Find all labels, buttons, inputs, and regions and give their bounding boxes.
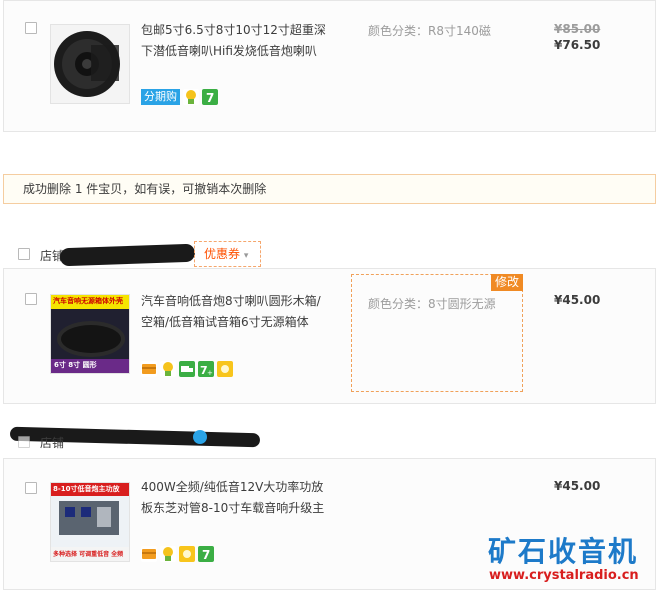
seven-day-return-icon: 7 [198,546,214,562]
item-price: ¥45.00 [554,479,601,493]
edit-sku-button[interactable]: 修改 [490,274,523,291]
item-checkbox[interactable] [25,293,37,305]
item-checkbox[interactable] [25,22,37,34]
fruit-icon [183,89,199,105]
thumb-banner: 8-10寸低音炮主功放 [53,485,120,493]
item-sku: 颜色分类：R8寸140磁 [368,24,491,38]
item-title[interactable]: 400W全频/纯低音12V大功率功放板东芝对管8-10寸车载音响升级主 [141,477,331,519]
original-price: ¥85.00 [554,22,601,36]
item-title[interactable]: 汽车音响低音炮8寸喇叭圆形木箱/空箱/低音箱试音箱6寸无源箱体 [141,291,331,333]
seven-day-return-icon: 7 + [198,361,214,377]
shop-label[interactable]: 店铺 [40,434,64,451]
credit-card-icon [141,361,157,377]
item-badges: 7 [141,545,217,563]
delete-notice: 成功删除 1 件宝贝，如有误，可撤销本次删除 [3,174,656,204]
watermark-title: 矿石收音机 [488,535,639,568]
delivery-truck-icon [179,361,195,377]
thumb-banner: 汽车音响无源箱体外壳 [53,297,123,305]
cart-item: 包邮5寸6.5寸8寸10寸12寸超重深下潜低音喇叭Hifi发烧低音炮喇叭 分期购… [3,0,656,132]
item-thumbnail[interactable]: 8-10寸低音炮主功放 多种选择 可调重低音 全频 [50,482,130,562]
shop-checkbox[interactable] [18,248,30,260]
speaker-image [51,25,129,103]
cart-item: 汽车音响无源箱体外壳 6寸 8寸 圆形 汽车音响低音炮8寸喇叭圆形木箱/空箱/低… [3,268,656,404]
item-sku: 颜色分类：8寸圆形无源 [368,297,496,311]
coupon-button[interactable]: 优惠券 ▾ [194,241,261,267]
item-badges: 7 + [141,360,236,378]
credit-card-icon [141,546,157,562]
chevron-down-icon: ▾ [243,251,249,261]
redaction-scribble [59,243,196,267]
item-price: ¥45.00 [554,293,601,307]
gold-seller-icon [179,546,195,562]
fruit-icon [160,546,176,562]
item-badges: 分期购 7 [141,88,221,106]
item-thumbnail[interactable] [50,24,130,104]
svg-text:7: 7 [206,91,214,105]
shop-checkbox[interactable] [18,436,30,448]
gold-seller-icon [217,361,233,377]
thumb-caption: 多种选择 可调重低音 全频 [53,551,124,558]
thumb-caption: 6寸 8寸 圆形 [54,361,97,369]
fruit-icon [160,361,176,377]
watermark-url: www.crystalradio.cn [489,568,639,583]
item-title[interactable]: 包邮5寸6.5寸8寸10寸12寸超重深下潜低音喇叭Hifi发烧低音炮喇叭 [141,20,331,62]
seven-day-return-icon: 7 [202,89,218,105]
item-thumbnail[interactable]: 汽车音响无源箱体外壳 6寸 8寸 圆形 [50,294,130,374]
coupon-label: 优惠券 [204,247,241,261]
shop-chat-icon[interactable] [193,430,207,444]
delete-notice-text[interactable]: 成功删除 1 件宝贝，如有误，可撤销本次删除 [23,182,266,196]
svg-text:7: 7 [202,548,210,562]
installment-badge[interactable]: 分期购 [141,89,180,105]
sku-edit-area[interactable]: 颜色分类：8寸圆形无源 修改 [351,274,523,392]
item-checkbox[interactable] [25,482,37,494]
svg-text:+: + [207,369,213,377]
item-price: ¥76.50 [554,38,601,52]
